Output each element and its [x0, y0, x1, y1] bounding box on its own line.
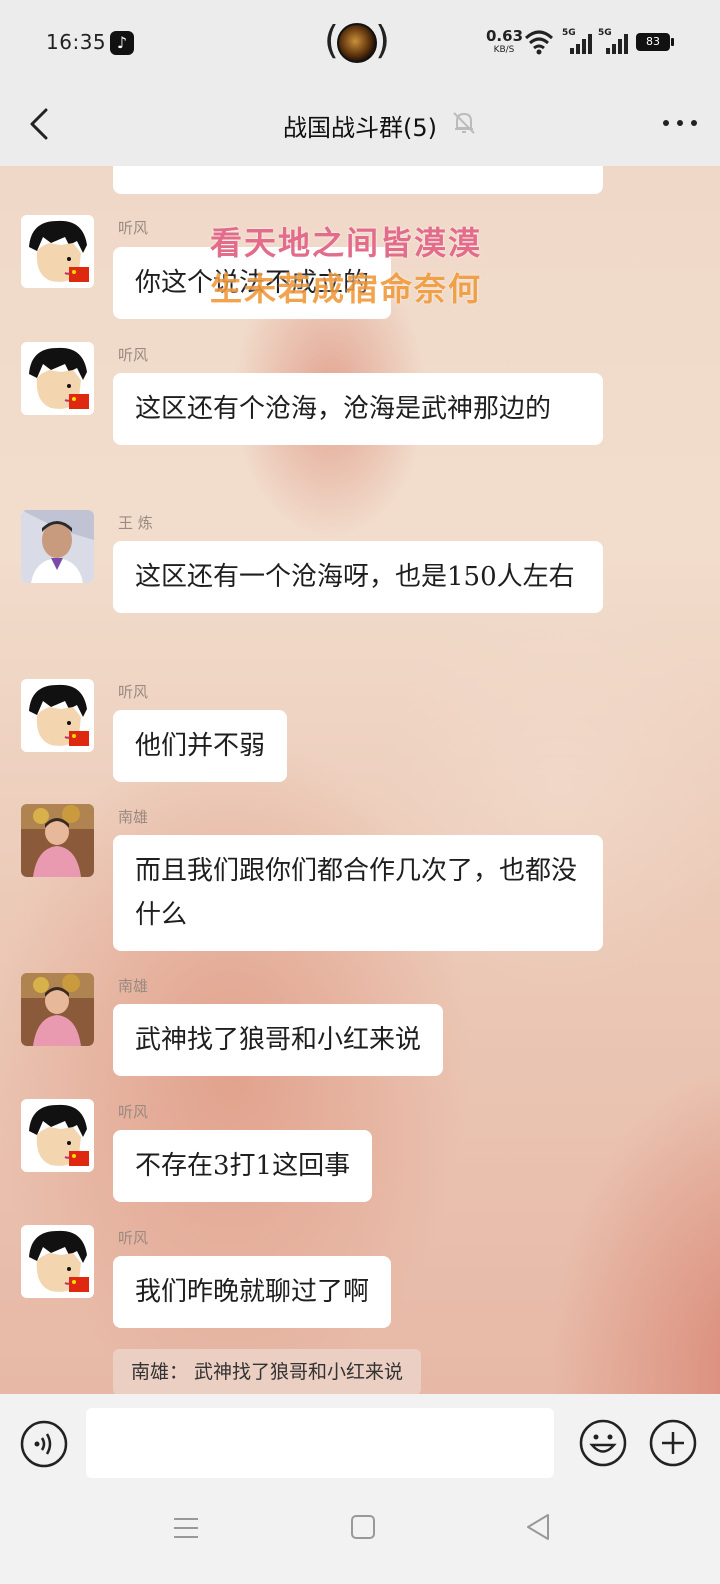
avatar-tingfeng[interactable]: [21, 679, 94, 752]
back-triangle-icon[interactable]: [524, 1512, 552, 1542]
sender-name: 南雄: [118, 977, 149, 995]
message-text-input[interactable]: [86, 1408, 554, 1478]
home-square-icon[interactable]: [350, 1514, 376, 1540]
avatar-tingfeng[interactable]: [21, 1099, 94, 1172]
cartoon-avatar-icon: [21, 215, 94, 288]
avatar-nanxiong[interactable]: [21, 973, 94, 1046]
overlay-poem-line-2: 生未若成宿命奈何: [210, 270, 483, 308]
voice-input-button[interactable]: [20, 1420, 68, 1468]
sender-name: 南雄: [118, 808, 149, 826]
more-actions-plus-button[interactable]: [648, 1418, 698, 1468]
message-input-bar: [0, 1394, 720, 1492]
avatar-tingfeng[interactable]: [21, 342, 94, 415]
recent-apps-menu-icon[interactable]: [172, 1514, 200, 1542]
sender-name: 听风: [118, 1103, 149, 1121]
sender-name: 听风: [118, 219, 149, 237]
cartoon-avatar-icon: [21, 679, 94, 752]
sender-name: 听风: [118, 1229, 149, 1247]
status-center-logo: ( ): [324, 18, 390, 63]
emoji-button[interactable]: [578, 1418, 628, 1468]
sender-name: 听风: [118, 346, 149, 364]
chat-message-list[interactable]: 听风 你这个说法不成立的 看天地之间皆漠漠 生未若成宿命奈何 听风 这区还有个沧…: [0, 166, 720, 1394]
cartoon-avatar-icon: [21, 1099, 94, 1172]
message-bubble[interactable]: 而且我们跟你们都合作几次了，也都没什么: [113, 835, 603, 951]
system-navigation-bar: [0, 1492, 720, 1584]
sender-name: 王 炼: [118, 514, 153, 532]
battery-icon: 83: [636, 33, 674, 51]
signal-sim1-icon: 5G: [562, 28, 594, 54]
tiktok-notification-icon: ♪: [110, 31, 134, 55]
chat-title: 战国战斗群(5): [283, 114, 437, 142]
avatar-tingfeng[interactable]: [21, 1225, 94, 1298]
avatar-wanglian[interactable]: [21, 510, 94, 583]
message-bubble-partial[interactable]: [113, 166, 603, 194]
photo-avatar-man-icon: [21, 510, 94, 583]
avatar-nanxiong[interactable]: [21, 804, 94, 877]
network-speed-value: 0.63: [486, 27, 524, 45]
sender-name: 听风: [118, 683, 149, 701]
message-bubble[interactable]: 这区还有个沧海，沧海是武神那边的: [113, 373, 603, 445]
message-bubble[interactable]: 武神找了狼哥和小红来说: [113, 1004, 444, 1076]
message-bubble[interactable]: 我们昨晚就聊过了啊: [113, 1256, 392, 1328]
quoted-reply[interactable]: 南雄： 武神找了狼哥和小红来说: [113, 1349, 422, 1394]
status-bar: 16:35 ♪ ( ) 0.63 KB/S 5G 5G 83: [0, 0, 720, 88]
photo-avatar-girl-icon: [21, 804, 94, 877]
status-time: 16:35: [46, 30, 107, 54]
overlay-poem-line-1: 看天地之间皆漠漠: [210, 224, 483, 262]
message-bubble[interactable]: 这区还有一个沧海呀，也是150人左右: [113, 541, 603, 613]
wifi-icon: [524, 30, 554, 55]
cartoon-avatar-icon: [21, 1225, 94, 1298]
network-speed-unit: KB/S: [493, 45, 515, 55]
app-logo-icon: [337, 23, 377, 63]
cartoon-avatar-icon: [21, 342, 94, 415]
photo-avatar-girl-icon: [21, 973, 94, 1046]
message-bubble[interactable]: 不存在3打1这回事: [113, 1130, 373, 1202]
signal-sim2-icon: 5G: [598, 28, 630, 54]
chat-header: 战国战斗群(5): [0, 88, 720, 166]
more-options-button[interactable]: [660, 108, 700, 138]
network-speed: 0.63 KB/S: [486, 27, 524, 56]
avatar-tingfeng[interactable]: [21, 215, 94, 288]
message-bubble[interactable]: 他们并不弱: [113, 710, 288, 782]
mute-bell-icon: [453, 112, 475, 134]
